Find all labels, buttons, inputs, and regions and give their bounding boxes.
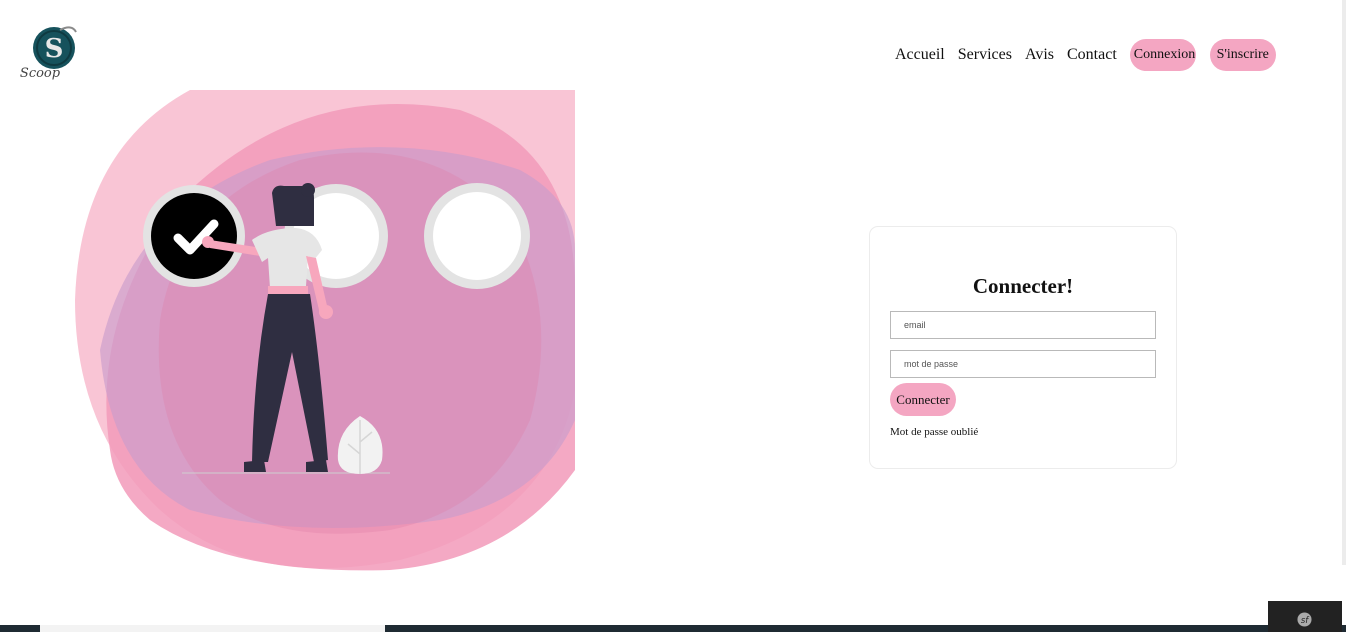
hero-illustration bbox=[70, 90, 575, 580]
email-field[interactable] bbox=[890, 311, 1156, 339]
login-card: Connecter! Connecter Mot de passe oublié bbox=[869, 226, 1177, 469]
main-nav: Accueil Services Avis Contact Connexion … bbox=[895, 38, 1276, 72]
debug-toolbar-toggle[interactable]: sf bbox=[1268, 601, 1342, 632]
logo[interactable]: S Scoop bbox=[20, 24, 82, 84]
nav-link-avis[interactable]: Avis bbox=[1025, 38, 1054, 72]
connexion-button[interactable]: Connexion bbox=[1129, 39, 1196, 71]
symfony-icon: sf bbox=[1297, 612, 1312, 627]
page-scrollbar[interactable] bbox=[1342, 0, 1346, 565]
bottom-input-strip bbox=[40, 625, 385, 632]
nav-link-accueil[interactable]: Accueil bbox=[895, 38, 945, 72]
nav-link-services[interactable]: Services bbox=[958, 38, 1012, 72]
signup-button[interactable]: S'inscrire bbox=[1209, 39, 1276, 71]
logo-wordmark: Scoop bbox=[20, 66, 61, 81]
forgot-password-link[interactable]: Mot de passe oublié bbox=[890, 426, 978, 438]
password-field[interactable] bbox=[890, 350, 1156, 378]
login-title: Connecter! bbox=[972, 274, 1074, 298]
nav-link-contact[interactable]: Contact bbox=[1067, 38, 1117, 72]
svg-text:S: S bbox=[45, 34, 64, 64]
login-submit-button[interactable]: Connecter bbox=[890, 383, 956, 416]
